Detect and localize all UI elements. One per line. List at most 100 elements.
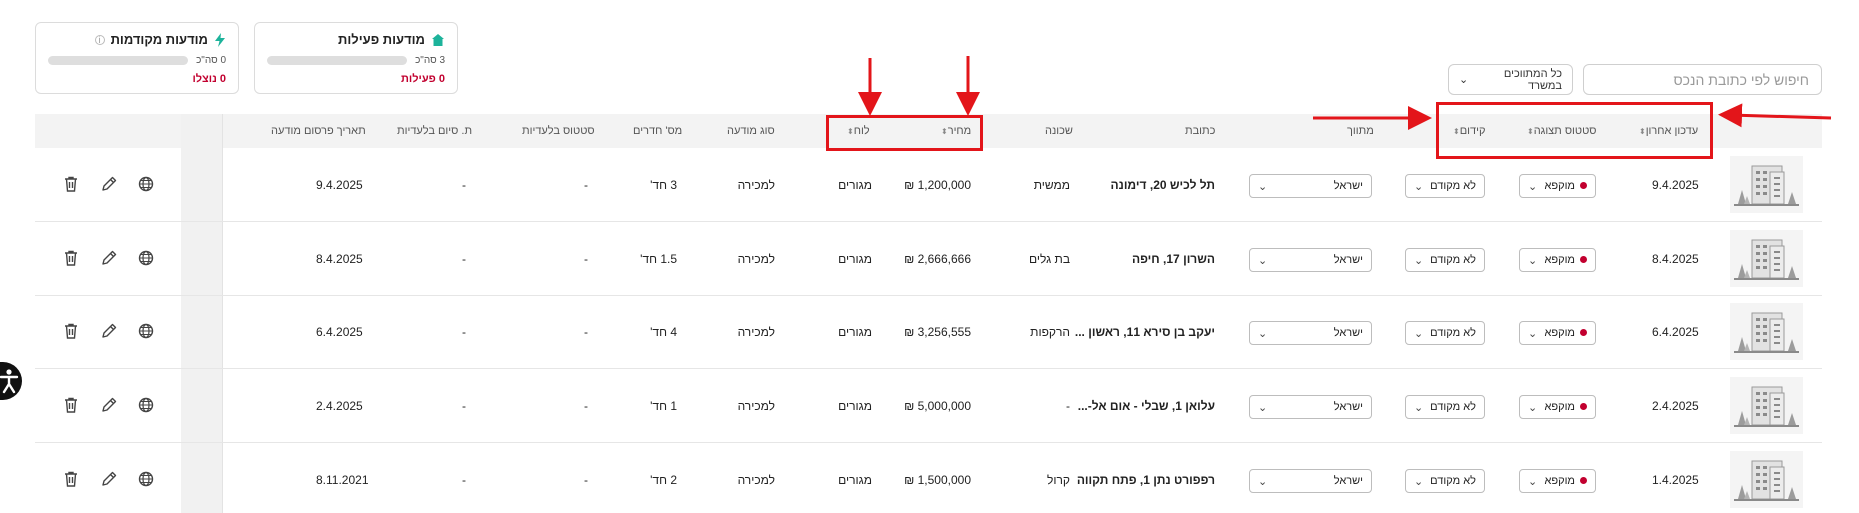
broker-select[interactable]: ישראל ⌄: [1249, 469, 1372, 493]
cell-rooms: 4 חד': [650, 325, 677, 339]
house-icon: [432, 33, 444, 46]
cell-exclusivity-end: -: [462, 178, 466, 192]
promotion-select[interactable]: לא מקודם ⌄: [1405, 469, 1485, 493]
promotion-select[interactable]: לא מקודם ⌄: [1405, 395, 1485, 419]
chevron-down-icon: ⌄: [1528, 401, 1538, 414]
property-thumbnail[interactable]: [1730, 156, 1803, 213]
cell-published: 8.11.2021: [316, 473, 369, 487]
card-count: 3 סה"כ: [415, 55, 445, 66]
table-row[interactable]: 1.4.2025 מוקפא ⌄ לא מקודם ⌄ ישראל ⌄ רפפורט נתן …: [35, 443, 1822, 513]
table-row[interactable]: 6.4.2025 מוקפא ⌄ לא מקודם ⌄ ישראל ⌄ יעקב בן סיר…: [35, 295, 1822, 369]
delete-button[interactable]: [62, 470, 80, 488]
annotation-box-price-board: [826, 115, 983, 151]
cell-exclusivity-end: -: [462, 325, 466, 339]
cell-neighborhood: ממשית: [1033, 178, 1070, 192]
chevron-down-icon: ⌄: [1528, 254, 1538, 267]
delete-button[interactable]: [62, 175, 80, 193]
cell-price: 2,666,666 ₪: [904, 252, 971, 266]
property-thumbnail[interactable]: [1730, 377, 1803, 434]
chevron-down-icon: ⌄: [1414, 401, 1424, 414]
cell-exclusivity-status: -: [584, 252, 588, 266]
status-select[interactable]: מוקפא ⌄: [1519, 174, 1596, 198]
col-address: כתובת: [1185, 125, 1216, 137]
chevron-down-icon: ⌄: [1528, 475, 1538, 488]
cell-address[interactable]: יעקב בן סירא 11, ראשון ...: [1075, 295, 1215, 369]
delete-button[interactable]: [62, 396, 80, 414]
chevron-down-icon: ⌄: [1528, 180, 1538, 193]
view-online-button[interactable]: [137, 396, 155, 414]
cell-address[interactable]: עלואן 1, שבלי - אום אל-...: [1078, 369, 1215, 443]
cell-address[interactable]: רפפורט נתן 1, פתח תקווה: [1077, 443, 1215, 513]
delete-button[interactable]: [62, 249, 80, 267]
info-icon[interactable]: i: [94, 34, 105, 45]
broker-select[interactable]: ישראל ⌄: [1249, 321, 1372, 345]
delete-button[interactable]: [62, 322, 80, 340]
chevron-down-icon: ⌄: [1459, 74, 1469, 86]
chevron-down-icon: ⌄: [1258, 180, 1268, 193]
cell-exclusivity-end: -: [462, 252, 466, 266]
card-title: מודעות מקודמות: [110, 32, 208, 47]
edit-button[interactable]: [100, 470, 118, 488]
trash-icon: [65, 176, 77, 192]
col-broker: מתווך: [1347, 125, 1374, 137]
chevron-down-icon: ⌄: [1528, 327, 1538, 340]
view-online-button[interactable]: [137, 470, 155, 488]
building-icon: [1730, 451, 1803, 508]
broker-filter-select[interactable]: כל המתווכים במשרד ⌄: [1448, 64, 1573, 95]
cell-neighborhood: -: [1066, 399, 1070, 413]
status-select[interactable]: מוקפא ⌄: [1519, 248, 1596, 272]
card-footer: 0 נוצלו: [192, 73, 226, 85]
chevron-down-icon: ⌄: [1414, 475, 1424, 488]
promotion-select[interactable]: לא מקודם ⌄: [1405, 248, 1485, 272]
status-select[interactable]: מוקפא ⌄: [1519, 469, 1596, 493]
broker-select[interactable]: ישראל ⌄: [1249, 174, 1372, 198]
cell-address[interactable]: תל לכיש 20, דימונה: [1111, 148, 1215, 222]
building-icon: [1730, 156, 1803, 213]
promotion-select[interactable]: לא מקודם ⌄: [1405, 174, 1485, 198]
table-row[interactable]: 2.4.2025 מוקפא ⌄ לא מקודם ⌄ ישראל ⌄ עלואן 1, שב…: [35, 369, 1822, 443]
view-online-button[interactable]: [137, 322, 155, 340]
trash-icon: [65, 250, 77, 266]
search-input[interactable]: [1583, 64, 1822, 95]
cell-board: מגורים: [838, 473, 872, 487]
promoted-ads-card[interactable]: מודעות מקודמות i 0 סה"כ 0 נוצלו: [35, 22, 239, 94]
property-thumbnail[interactable]: [1730, 451, 1803, 508]
globe-icon: [138, 397, 154, 413]
cell-price: 1,200,000 ₪: [904, 178, 971, 192]
cell-rooms: 1.5 חד': [640, 252, 677, 266]
status-select[interactable]: מוקפא ⌄: [1519, 395, 1596, 419]
cell-address[interactable]: השרון 17, חיפה: [1132, 222, 1215, 296]
edit-button[interactable]: [100, 322, 118, 340]
status-dot: [1580, 329, 1587, 336]
view-online-button[interactable]: [137, 175, 155, 193]
card-title: מודעות פעילות: [338, 32, 425, 47]
status-dot: [1580, 182, 1587, 189]
cell-published: 8.4.2025: [316, 252, 363, 266]
status-dot: [1580, 477, 1587, 484]
col-ad-type: סוג מודעה: [727, 125, 775, 137]
status-select[interactable]: מוקפא ⌄: [1519, 321, 1596, 345]
pencil-icon: [102, 397, 117, 412]
table-row[interactable]: 8.4.2025 מוקפא ⌄ לא מקודם ⌄ ישראל ⌄ השרון 17, ח…: [35, 222, 1822, 296]
cell-rooms: 1 חד': [650, 399, 677, 413]
accessibility-button[interactable]: [0, 362, 22, 400]
edit-button[interactable]: [100, 396, 118, 414]
promotion-select[interactable]: לא מקודם ⌄: [1405, 321, 1485, 345]
cell-ad-type: למכירה: [737, 178, 775, 192]
cell-price: 1,500,000 ₪: [904, 473, 971, 487]
property-thumbnail[interactable]: [1730, 303, 1803, 360]
edit-button[interactable]: [100, 175, 118, 193]
pencil-icon: [102, 176, 117, 191]
broker-select[interactable]: ישראל ⌄: [1249, 248, 1372, 272]
annotation-box-sort-columns: [1436, 102, 1713, 159]
edit-button[interactable]: [100, 249, 118, 267]
property-thumbnail[interactable]: [1730, 230, 1803, 287]
progress-bar: [267, 56, 408, 65]
view-online-button[interactable]: [137, 249, 155, 267]
trash-icon: [65, 323, 77, 339]
broker-select[interactable]: ישראל ⌄: [1249, 395, 1372, 419]
chevron-down-icon: ⌄: [1258, 475, 1268, 488]
chevron-down-icon: ⌄: [1414, 254, 1424, 267]
table-row[interactable]: 9.4.2025 מוקפא ⌄ לא מקודם ⌄ ישראל ⌄ תל לכיש 20,…: [35, 148, 1822, 222]
active-ads-card[interactable]: מודעות פעילות 3 סה"כ 0 פעילות: [254, 22, 458, 94]
